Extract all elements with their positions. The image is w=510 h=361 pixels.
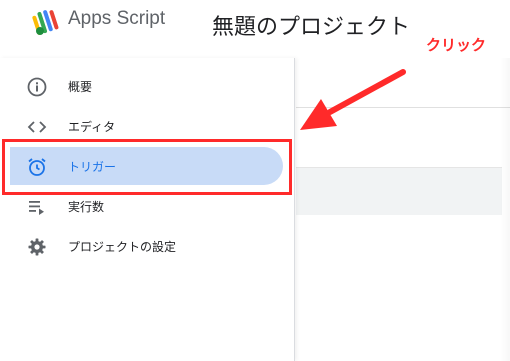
executions-list-icon xyxy=(29,201,44,215)
top-bar: Apps Script 無題のプロジェクト クリック xyxy=(0,0,510,58)
info-icon xyxy=(27,77,47,97)
sidebar-nav: 概要 エディタ トリガー 実行数 プロジェクトの設定 xyxy=(0,58,295,361)
app-name: Apps Script xyxy=(68,8,166,29)
gear-icon xyxy=(28,238,46,256)
sidebar-item-label: プロジェクトの設定 xyxy=(68,240,177,254)
content-edge-shadow xyxy=(500,58,510,361)
project-title[interactable]: 無題のプロジェクト xyxy=(212,9,410,41)
sidebar-item-label: 実行数 xyxy=(68,200,105,214)
click-annotation-label: クリック xyxy=(426,37,487,54)
content-divider xyxy=(296,107,510,108)
content-table-header xyxy=(296,167,502,215)
code-icon xyxy=(27,121,47,133)
sidebar-item-overview[interactable]: 概要 xyxy=(0,66,295,106)
sidebar-item-label: エディタ xyxy=(68,120,116,134)
highlight-box xyxy=(2,139,292,195)
apps-script-logo[interactable] xyxy=(30,6,64,36)
sidebar-item-project-settings[interactable]: プロジェクトの設定 xyxy=(0,226,295,266)
sidebar-item-label: 概要 xyxy=(68,80,93,94)
